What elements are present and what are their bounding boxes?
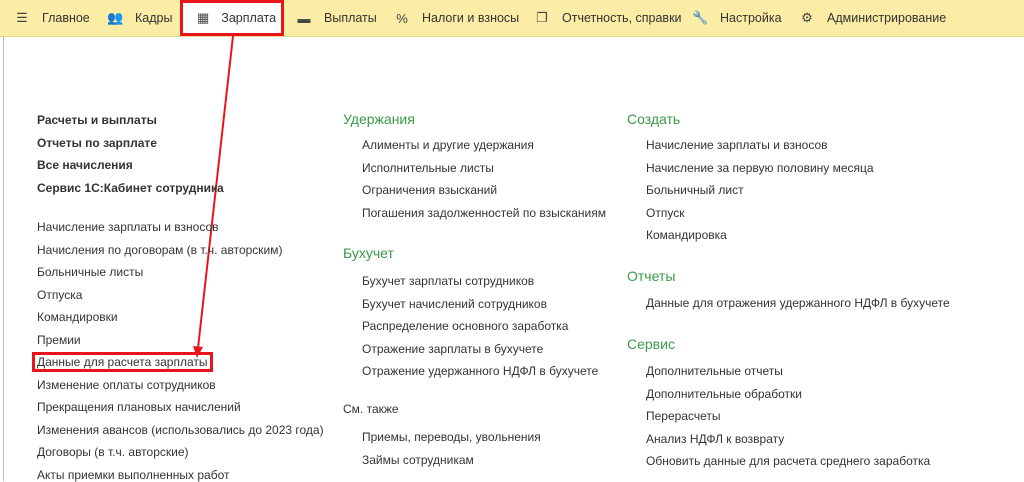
- nav-link[interactable]: Начисления по договорам (в т.ч. авторски…: [37, 243, 283, 257]
- section-heading: См. также: [343, 402, 399, 416]
- command-link[interactable]: Распределение основного заработка: [362, 319, 568, 333]
- nav-link[interactable]: Отчеты по зарплате: [37, 136, 157, 150]
- section-heading: Отчеты: [627, 268, 676, 284]
- nav-link-salary-data[interactable]: Данные для расчета зарплаты: [32, 352, 213, 372]
- nav-link[interactable]: Все начисления: [37, 158, 133, 172]
- command-link[interactable]: Начисление за первую половину месяца: [646, 161, 874, 175]
- nav-link[interactable]: Прекращения плановых начислений: [37, 400, 241, 414]
- nav-link[interactable]: Сервис 1С:Кабинет сотрудника: [37, 181, 224, 195]
- section-heading: Бухучет: [343, 245, 394, 261]
- command-link[interactable]: Отражение зарплаты в бухучете: [362, 342, 543, 356]
- command-link[interactable]: Дополнительные отчеты: [646, 364, 783, 378]
- command-link[interactable]: Алименты и другие удержания: [362, 138, 534, 152]
- command-link[interactable]: Бухучет зарплаты сотрудников: [362, 274, 534, 288]
- nav-link[interactable]: Изменение оплаты сотрудников: [37, 378, 216, 392]
- command-link[interactable]: Отражение удержанного НДФЛ в бухучете: [362, 364, 598, 378]
- nav-link[interactable]: Акты приемки выполненных работ: [37, 468, 229, 482]
- command-link[interactable]: Погашения задолженностей по взысканиям: [362, 206, 606, 220]
- command-link[interactable]: Ограничения взысканий: [362, 183, 497, 197]
- command-link[interactable]: Начисление зарплаты и взносов: [646, 138, 828, 152]
- command-link[interactable]: Отпуск: [646, 206, 684, 220]
- section-heading: Создать: [627, 111, 681, 127]
- command-link[interactable]: Бухучет начислений сотрудников: [362, 297, 547, 311]
- command-link[interactable]: Больничный лист: [646, 183, 744, 197]
- nav-link[interactable]: Отпуска: [37, 288, 82, 302]
- command-link[interactable]: Командировка: [646, 228, 727, 242]
- nav-link[interactable]: Больничные листы: [37, 265, 143, 279]
- nav-link[interactable]: Договоры (в т.ч. авторские): [37, 445, 189, 459]
- command-link[interactable]: Приемы, переводы, увольнения: [362, 430, 541, 444]
- command-link[interactable]: Анализ НДФЛ к возврату: [646, 432, 784, 446]
- section-heading: Удержания: [343, 111, 415, 127]
- nav-link[interactable]: Начисление зарплаты и взносов: [37, 220, 219, 234]
- command-link[interactable]: Данные для отражения удержанного НДФЛ в …: [646, 296, 950, 310]
- command-link[interactable]: Дополнительные обработки: [646, 387, 802, 401]
- command-link[interactable]: Перерасчеты: [646, 409, 721, 423]
- section-heading: Сервис: [627, 336, 675, 352]
- nav-link[interactable]: Командировки: [37, 310, 118, 324]
- command-link[interactable]: Исполнительные листы: [362, 161, 494, 175]
- nav-link[interactable]: Премии: [37, 333, 81, 347]
- command-link[interactable]: Займы сотрудникам: [362, 453, 474, 467]
- nav-link[interactable]: Изменения авансов (использовались до 202…: [37, 423, 324, 437]
- command-link[interactable]: Обновить данные для расчета среднего зар…: [646, 454, 930, 468]
- nav-link[interactable]: Расчеты и выплаты: [37, 113, 157, 127]
